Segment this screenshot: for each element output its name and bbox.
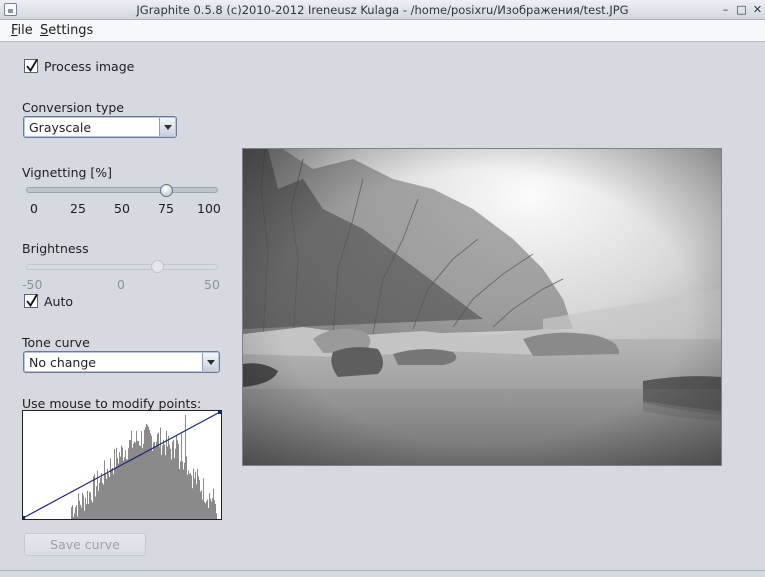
checkmark-icon xyxy=(26,59,38,73)
tone-curve-editor[interactable] xyxy=(22,410,222,520)
brightness-tick: -50 xyxy=(22,277,43,292)
conversion-type-label: Conversion type xyxy=(22,100,124,115)
conversion-type-value: Grayscale xyxy=(29,120,92,135)
curve-control-point[interactable] xyxy=(22,516,25,519)
vignetting-tick: 50 xyxy=(114,201,130,216)
maximize-icon[interactable]: □ xyxy=(735,4,748,17)
chevron-down-icon[interactable] xyxy=(159,118,175,136)
tone-curve-value: No change xyxy=(29,355,96,370)
brightness-tick: 50 xyxy=(204,277,220,292)
grayscale-landscape-preview xyxy=(243,149,721,465)
window-bottom-border xyxy=(0,570,765,577)
vignetting-tick: 100 xyxy=(197,201,221,216)
window-titlebar[interactable]: JGraphite 0.5.8 (c)2010-2012 Ireneusz Ku… xyxy=(0,0,765,20)
image-preview xyxy=(242,148,722,466)
histogram-curve-canvas[interactable] xyxy=(22,411,221,519)
curve-control-point[interactable] xyxy=(218,411,221,414)
conversion-type-dropdown[interactable]: Grayscale xyxy=(23,116,177,138)
window-title: JGraphite 0.5.8 (c)2010-2012 Ireneusz Ku… xyxy=(136,3,629,17)
menu-file[interactable]: File xyxy=(11,23,33,38)
auto-checkbox[interactable] xyxy=(24,294,38,308)
vignetting-label: Vignetting [%] xyxy=(22,165,113,180)
menu-bar: File Settings xyxy=(0,20,765,42)
vignetting-slider-thumb[interactable] xyxy=(160,184,174,197)
brightness-tick: 0 xyxy=(117,277,125,292)
brightness-slider-thumb[interactable] xyxy=(151,260,165,273)
process-image-label: Process image xyxy=(44,59,135,74)
tone-curve-dropdown[interactable]: No change xyxy=(23,351,220,373)
save-curve-button[interactable]: Save curve xyxy=(24,533,146,556)
brightness-label: Brightness xyxy=(22,241,89,256)
close-icon[interactable]: ✕ xyxy=(751,4,764,17)
chevron-down-icon[interactable] xyxy=(202,353,218,371)
vignetting-tick: 25 xyxy=(70,201,86,216)
vignetting-slider-track[interactable] xyxy=(26,187,218,193)
vignetting-tick: 75 xyxy=(158,201,174,216)
process-image-checkbox[interactable] xyxy=(24,59,38,73)
curve-editor-label: Use mouse to modify points: xyxy=(22,396,202,411)
checkmark-icon xyxy=(26,294,38,308)
auto-label: Auto xyxy=(44,294,74,309)
vignetting-tick: 0 xyxy=(30,201,38,216)
luminance-histogram xyxy=(71,415,217,519)
tone-curve-label: Tone curve xyxy=(22,335,90,350)
minimize-icon[interactable]: – xyxy=(719,4,732,17)
brightness-slider-track[interactable] xyxy=(26,264,218,270)
menu-settings[interactable]: Settings xyxy=(40,23,93,38)
